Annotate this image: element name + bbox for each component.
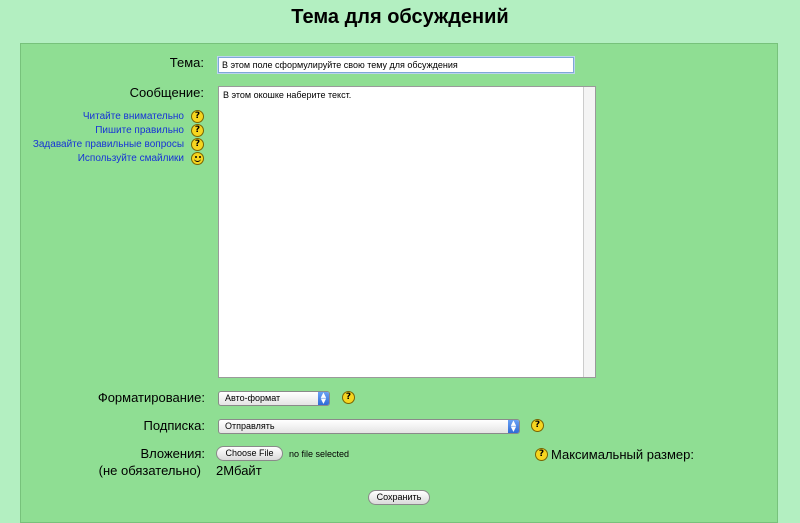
format-select-value: Авто-формат <box>225 393 281 403</box>
smiley-icon[interactable] <box>191 152 204 165</box>
help-link-read-carefully[interactable]: Читайте внимательно <box>83 111 184 122</box>
subscription-label: Подписка: <box>143 418 206 433</box>
subscription-select-value: Отправлять <box>225 421 275 431</box>
chevron-updown-icon: ▲ ▼ <box>508 420 519 433</box>
question-icon[interactable]: ? <box>342 391 355 404</box>
format-label: Форматирование: <box>97 390 205 405</box>
topic-label: Тема: <box>169 55 204 70</box>
attachments-label: Вложения: <box>140 446 205 461</box>
subscription-select[interactable]: Отправлять ▲ ▼ <box>218 419 520 434</box>
format-select[interactable]: Авто-формат ▲ ▼ <box>218 391 330 406</box>
message-label: Сообщение: <box>129 85 204 100</box>
help-link-write-correctly[interactable]: Пишите правильно <box>95 125 184 136</box>
message-text: В этом окошке наберите текст. <box>223 90 352 100</box>
chevron-updown-icon: ▲ ▼ <box>318 392 329 405</box>
choose-file-button[interactable]: Choose File <box>216 446 283 461</box>
no-file-text: no file selected <box>289 449 350 459</box>
max-size-value: 2Мбайт <box>216 463 262 478</box>
page-title: Тема для обсуждений <box>291 6 509 28</box>
max-size-label: Максимальный размер: <box>551 447 695 462</box>
question-icon[interactable]: ? <box>535 448 548 461</box>
topic-input[interactable]: В этом поле сформулируйте свою тему для … <box>218 57 574 73</box>
question-icon[interactable]: ? <box>191 138 204 151</box>
question-icon[interactable]: ? <box>191 110 204 123</box>
question-icon[interactable]: ? <box>191 124 204 137</box>
save-button[interactable]: Сохранить <box>368 490 430 505</box>
help-link-ask-right-questions[interactable]: Задавайте правильные вопросы <box>33 139 184 150</box>
question-icon[interactable]: ? <box>531 419 544 432</box>
message-textarea[interactable]: В этом окошке наберите текст. <box>218 86 596 378</box>
attachments-optional-label: (не обязательно) <box>98 463 201 478</box>
message-scrollbar[interactable] <box>583 87 595 377</box>
help-link-use-smileys[interactable]: Используйте смайлики <box>78 153 184 164</box>
